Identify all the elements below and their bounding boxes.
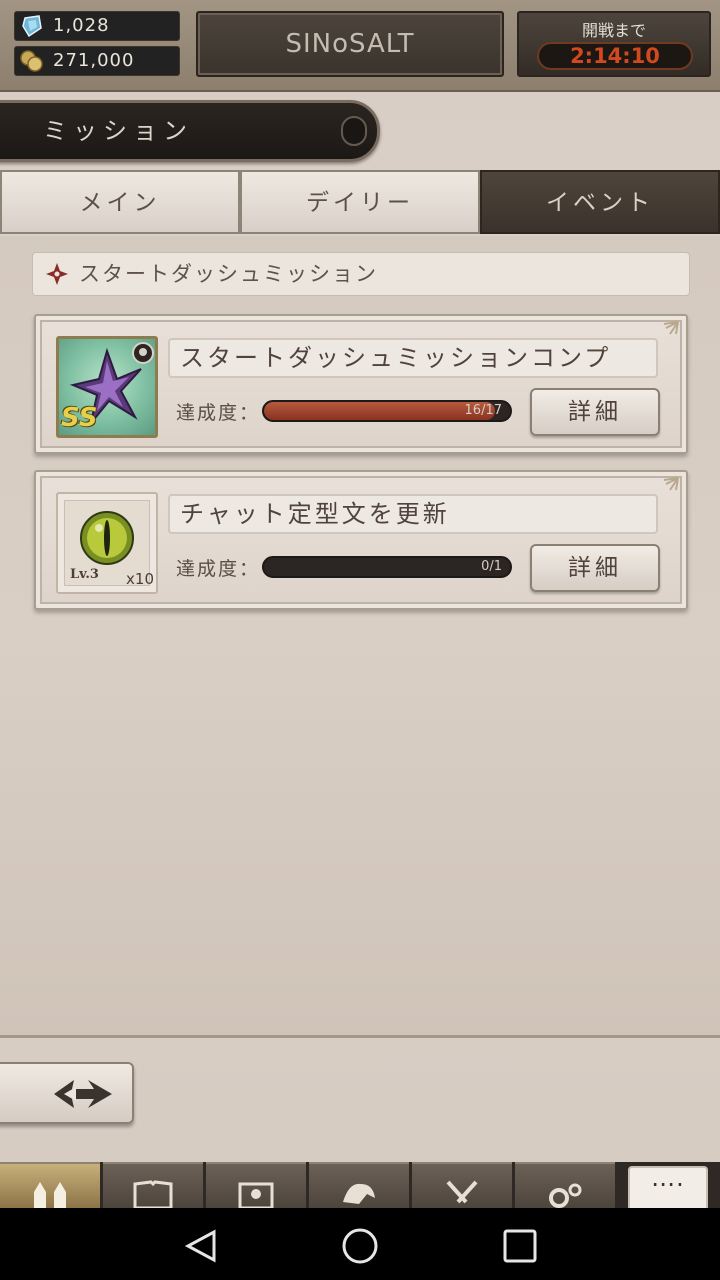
- mission-card: Lv.3 x10 チャット定型文を更新 達成度： 0/1 詳細: [34, 470, 688, 610]
- app-screen: 1,028 271,000 SINoSALT 開戦まで 2:14:10 ミッショ…: [0, 0, 720, 1208]
- mission-title: スタートダッシュミッションコンプ: [168, 338, 658, 378]
- gem-counter: 1,028: [14, 11, 180, 41]
- nav-settings[interactable]: [515, 1162, 615, 1208]
- mission-card: SS スタートダッシュミッションコンプ 達成度： 16/17 詳細: [34, 314, 688, 454]
- progress-text: 16/17: [464, 403, 502, 418]
- progress-label: 達成度：: [176, 402, 261, 424]
- nav-story[interactable]: [103, 1162, 203, 1208]
- battle-timer: 開戦まで 2:14:10: [517, 11, 711, 77]
- system-back-icon[interactable]: [180, 1226, 220, 1266]
- corner-ornament-icon: [663, 477, 679, 491]
- character-icon: [238, 1182, 274, 1208]
- progress-bar: 16/17: [262, 400, 512, 422]
- reward-quantity: x10: [126, 570, 154, 588]
- timer-value: 2:14:10: [537, 42, 693, 70]
- app-logo: SINoSALT: [196, 11, 504, 77]
- section-header: ミッション: [0, 100, 380, 162]
- coins-icon: [20, 50, 43, 72]
- back-button[interactable]: [0, 1062, 134, 1124]
- mission-group-header: スタートダッシュミッション: [32, 252, 690, 296]
- weapon-icon: [446, 1180, 478, 1204]
- nav-more-button[interactable]: ….: [628, 1166, 708, 1208]
- cross-ornament-icon: [46, 263, 68, 285]
- bottom-nav: [0, 1162, 720, 1208]
- top-bar: 1,028 271,000 SINoSALT 開戦まで 2:14:10: [0, 0, 720, 92]
- back-arrow-icon: [54, 1080, 112, 1108]
- section-title: ミッション: [43, 117, 193, 145]
- book-icon: [133, 1180, 173, 1208]
- system-recents-icon[interactable]: [500, 1226, 540, 1266]
- mission-group-title: スタートダッシュミッション: [79, 262, 378, 286]
- progress-text: 0/1: [481, 559, 502, 574]
- reward-item: SS: [56, 336, 158, 438]
- progress-label: 達成度：: [176, 558, 261, 580]
- gear-icon: [549, 1183, 582, 1208]
- nav-equipment[interactable]: [412, 1162, 512, 1208]
- ornament-knob-icon: [341, 116, 367, 146]
- coin-count: 271,000: [53, 50, 135, 71]
- progress-bar: 0/1: [262, 556, 512, 578]
- mission-tabs: メイン デイリー イベント: [0, 170, 720, 234]
- timer-label: 開戦まで: [581, 21, 646, 40]
- tab-event[interactable]: イベント: [480, 170, 720, 234]
- nav-gacha[interactable]: [309, 1162, 409, 1208]
- reward-level: Lv.3: [70, 567, 99, 582]
- rarity-badge: SS: [61, 403, 98, 433]
- system-nav-bar: [0, 1208, 720, 1280]
- mission-title: チャット定型文を更新: [168, 494, 658, 534]
- nav-characters[interactable]: [206, 1162, 306, 1208]
- detail-button[interactable]: 詳細: [530, 388, 660, 436]
- progress-fill: [264, 402, 496, 420]
- gem-count: 1,028: [53, 15, 110, 36]
- tab-daily[interactable]: デイリー: [240, 170, 480, 234]
- gem-icon: [22, 15, 42, 38]
- corner-ornament-icon: [663, 321, 679, 335]
- beast-icon: [343, 1183, 375, 1204]
- tab-main[interactable]: メイン: [0, 170, 240, 234]
- castle-icon: [34, 1182, 66, 1208]
- coin-counter: 271,000: [14, 46, 180, 76]
- nav-home[interactable]: [0, 1162, 100, 1208]
- reward-item: Lv.3 x10: [56, 492, 158, 594]
- system-home-icon[interactable]: [340, 1226, 380, 1266]
- detail-button[interactable]: 詳細: [530, 544, 660, 592]
